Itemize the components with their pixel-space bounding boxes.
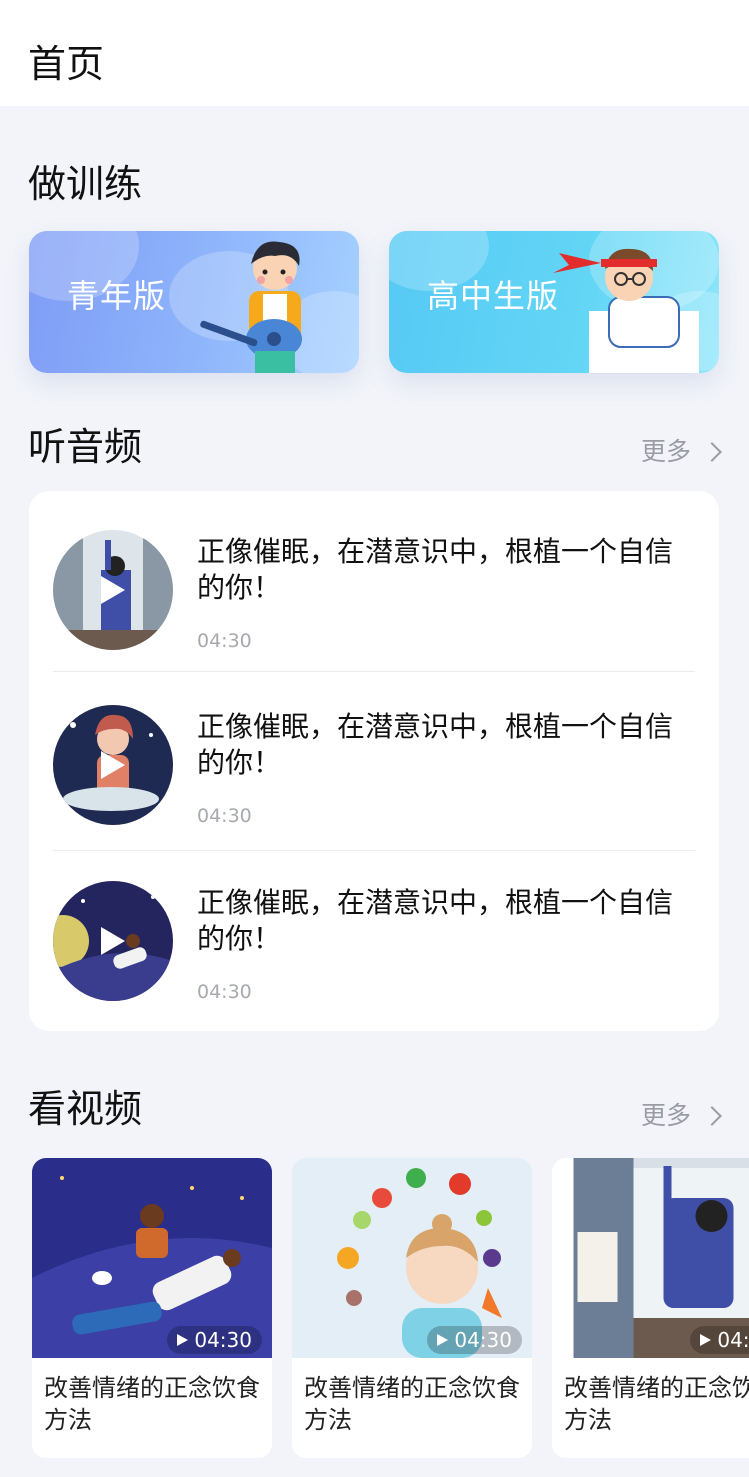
video-duration: 04:30 <box>454 1328 512 1352</box>
student-illustration <box>553 248 699 373</box>
play-icon <box>437 1334 449 1346</box>
video-card[interactable]: 04:30 改善情绪的正念饮食方法 <box>552 1158 749 1458</box>
chevron-right-icon <box>702 442 722 462</box>
audio-title: 正像催眠，在潜意识中，根植一个自信的你！ <box>197 886 674 955</box>
video-title: 改善情绪的正念饮食方法 <box>564 1374 749 1434</box>
audio-title: 正像催眠，在潜意识中，根植一个自信的你！ <box>197 710 674 779</box>
video-card[interactable]: 04:30 改善情绪的正念饮食方法 <box>32 1158 272 1458</box>
video-more-link[interactable]: 更多 <box>640 1100 722 1132</box>
video-duration: 04:30 <box>194 1328 252 1352</box>
training-card-high-school[interactable]: 高中生版 <box>389 231 719 373</box>
play-icon <box>177 1334 189 1346</box>
audio-more-link[interactable]: 更多 <box>640 436 722 468</box>
play-icon <box>700 1334 712 1346</box>
chevron-right-icon <box>702 1106 722 1126</box>
training-card-youth[interactable]: 青年版 <box>29 231 359 373</box>
audio-duration: 04:30 <box>197 805 252 827</box>
audio-thumbnail <box>53 705 173 825</box>
audio-title: 正像催眠，在潜意识中，根植一个自信的你！ <box>197 535 674 604</box>
more-label: 更多 <box>640 1101 691 1130</box>
video-card[interactable]: 04:30 改善情绪的正念饮食方法 <box>292 1158 532 1458</box>
play-icon <box>101 927 125 955</box>
audio-list-item[interactable]: 正像催眠，在潜意识中，根植一个自信的你！ 04:30 <box>29 491 719 661</box>
guitar-boy-illustration <box>200 241 302 373</box>
audio-duration: 04:30 <box>197 981 252 1003</box>
training-card-label: 高中生版 <box>427 277 560 315</box>
audio-thumbnail <box>53 530 173 650</box>
training-section-title: 做训练 <box>28 162 143 206</box>
audio-list-item[interactable]: 正像催眠，在潜意识中，根植一个自信的你！ 04:30 <box>29 842 719 1012</box>
video-title: 改善情绪的正念饮食方法 <box>44 1374 260 1434</box>
audio-duration: 04:30 <box>197 630 252 652</box>
audio-list: 正像催眠，在潜意识中，根植一个自信的你！ 04:30 正像催眠，在潜意识中，根植… <box>29 491 719 1031</box>
audio-thumbnail <box>53 881 173 1001</box>
video-title: 改善情绪的正念饮食方法 <box>304 1374 520 1434</box>
video-duration-badge: 04:30 <box>427 1326 522 1354</box>
video-duration-badge: 04:30 <box>167 1326 262 1354</box>
video-duration-badge: 04:30 <box>690 1326 749 1354</box>
training-card-label: 青年版 <box>67 277 167 315</box>
video-duration: 04:30 <box>717 1328 749 1352</box>
play-icon <box>101 576 125 604</box>
audio-list-item[interactable]: 正像催眠，在潜意识中，根植一个自信的你！ 04:30 <box>29 666 719 836</box>
audio-section-title: 听音频 <box>28 425 143 469</box>
video-section-title: 看视频 <box>28 1087 143 1131</box>
top-bar: 首页 <box>0 0 749 106</box>
play-icon <box>101 751 125 779</box>
page-title: 首页 <box>28 42 105 86</box>
more-label: 更多 <box>640 437 691 466</box>
